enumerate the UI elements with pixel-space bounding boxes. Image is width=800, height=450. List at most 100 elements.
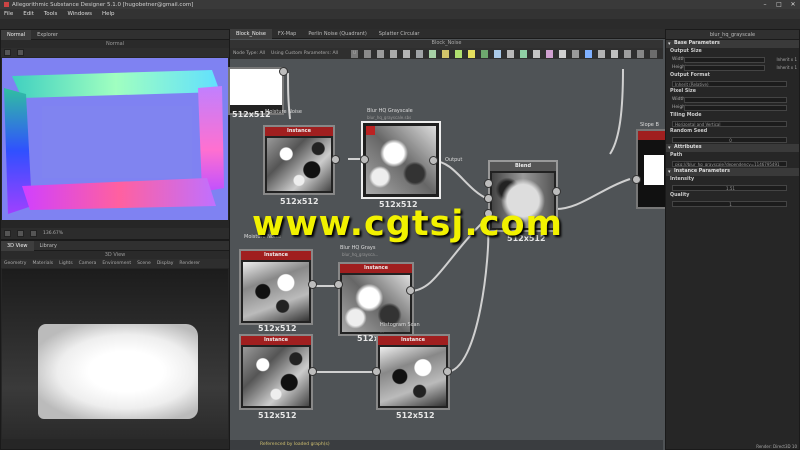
view-3d-toolbar: Geometry Materials Lights Camera Environ… — [1, 259, 229, 268]
menu-tools[interactable]: Tools — [44, 11, 58, 17]
view-3d-tabs: 3D View Library — [1, 240, 229, 251]
menu-environment[interactable]: Environment — [102, 261, 131, 266]
app-logo-icon — [4, 2, 9, 7]
quality-slider[interactable]: 1 — [672, 201, 787, 207]
menu-camera[interactable]: Camera — [79, 261, 97, 266]
pixel-size-label: Pixel Size — [670, 89, 696, 94]
menu-help[interactable]: Help — [102, 11, 115, 17]
port-instance-3-out[interactable] — [308, 367, 317, 376]
intensity-row: 1.51 — [666, 184, 799, 192]
pixel-height-field[interactable] — [684, 105, 787, 111]
node-histogram-size: 512x512 — [396, 411, 435, 420]
node-blur-1-flag-icon — [366, 126, 375, 135]
node-top-partial[interactable] — [228, 67, 284, 115]
section-attributes[interactable]: Attributes — [666, 144, 799, 152]
view-2d-toolstrip — [1, 48, 229, 57]
node-instance-3-header: Instance — [241, 336, 311, 345]
graph-footer: Referenced by loaded graph(s) — [230, 440, 663, 450]
view-icon[interactable] — [4, 49, 11, 56]
window-titlebar: Allegorithmic Substance Designer 5.1.0 [… — [0, 0, 800, 9]
node-instance-2-size: 512x512 — [258, 324, 297, 333]
minimize-button[interactable]: – — [758, 1, 772, 8]
port-blend-out[interactable] — [552, 187, 561, 196]
pixel-width-field[interactable] — [684, 97, 787, 103]
port-blend-in-1[interactable] — [484, 179, 493, 188]
zoom-level: 136.67% — [43, 231, 64, 236]
node-blur-1-subtitle: blur_hq_grayscale.sbs — [367, 115, 412, 120]
param-output-format-row: Inherit (Relative) — [666, 80, 799, 88]
port-blur-1-in[interactable] — [360, 155, 369, 164]
node-blur-1-output-label: Output — [445, 157, 463, 163]
pixel-width-row: Width — [666, 96, 799, 104]
fit-icon[interactable] — [4, 230, 11, 237]
param-width-value[interactable]: Inherit x 1 — [777, 56, 798, 64]
param-width-slider[interactable] — [684, 57, 765, 63]
status-bar: Render: Direct3D 10 — [756, 444, 797, 449]
close-button[interactable]: ✕ — [786, 1, 800, 8]
port-top-partial-out[interactable] — [279, 67, 288, 76]
tiling-mode-select[interactable]: Horizontal and Vertical — [672, 121, 787, 127]
node-blur-1-thumbnail — [366, 126, 436, 194]
node-instance-2-header: Instance — [241, 251, 311, 260]
view-3d-panel: 3D View Library 3D View Geometry Materia… — [0, 240, 230, 450]
menu-geometry[interactable]: Geometry — [4, 261, 26, 266]
port-instance-2-out[interactable] — [308, 280, 317, 289]
intensity-label: Intensity — [670, 177, 695, 182]
view-3d-subtitle: 3D View — [1, 251, 229, 259]
tab-library[interactable]: Library — [34, 241, 63, 251]
path-row: pkg:///blur_hq_grayscale?dependency=1146… — [666, 160, 799, 168]
grid-icon[interactable] — [30, 230, 37, 237]
tab-explorer[interactable]: Explorer — [31, 30, 64, 40]
port-histogram-in[interactable] — [372, 367, 381, 376]
section-instance-parameters[interactable]: Instance Parameters — [666, 168, 799, 176]
port-instance-1-out[interactable] — [331, 155, 340, 164]
port-slope-blur-in[interactable] — [632, 175, 641, 184]
param-height-slider[interactable] — [684, 65, 765, 71]
port-blend-in-2[interactable] — [484, 194, 493, 203]
intensity-slider[interactable]: 1.51 — [672, 185, 787, 191]
maximize-button[interactable]: □ — [772, 1, 786, 8]
node-instance-3[interactable]: Instance — [239, 334, 313, 410]
menu-edit[interactable]: Edit — [23, 11, 34, 17]
menu-materials[interactable]: Materials — [32, 261, 53, 266]
view-2d-subtitle: Normal — [1, 40, 229, 48]
menu-windows[interactable]: Windows — [67, 11, 92, 17]
port-blur-2-out[interactable] — [406, 286, 415, 295]
parameters-header: blur_hq_grayscale — [666, 30, 799, 40]
output-size-label: Output Size — [670, 49, 702, 54]
menu-bar: File Edit Tools Windows Help — [0, 9, 800, 19]
node-histogram-header: Instance — [378, 336, 448, 345]
view-2d-canvas[interactable] — [2, 58, 228, 220]
param-height-value[interactable]: Inherit x 1 — [777, 64, 798, 72]
node-instance-3-size: 512x512 — [258, 411, 297, 420]
node-instance-1[interactable]: Instance — [263, 125, 335, 195]
tab-3d-view[interactable]: 3D View — [1, 240, 34, 251]
menu-renderer[interactable]: Renderer — [179, 261, 200, 266]
menu-lights[interactable]: Lights — [59, 261, 73, 266]
port-blur-1-out[interactable] — [429, 156, 438, 165]
random-seed-field[interactable]: 0 — [672, 137, 787, 143]
port-histogram-out[interactable] — [443, 367, 452, 376]
tab-normal[interactable]: Normal — [1, 29, 32, 40]
node-slope-blur[interactable] — [636, 129, 668, 209]
path-field[interactable]: pkg:///blur_hq_grayscale?dependency=1146… — [672, 161, 787, 167]
view-3d-canvas[interactable] — [2, 269, 228, 439]
tile-icon[interactable] — [17, 230, 24, 237]
section-base-parameters[interactable]: Base Parameters — [666, 40, 799, 48]
node-instance-2-thumbnail — [243, 262, 309, 321]
port-blur-2-in[interactable] — [334, 280, 343, 289]
node-blur-2-header: Instance — [340, 264, 412, 273]
output-format-label: Output Format — [670, 73, 710, 78]
menu-file[interactable]: File — [4, 11, 13, 17]
node-histogram-scan[interactable]: Instance — [376, 334, 450, 410]
channel-icon[interactable] — [17, 49, 24, 56]
menu-display[interactable]: Display — [157, 261, 174, 266]
node-instance-2[interactable]: Instance — [239, 249, 313, 325]
node-slope-blur-thumbnail — [644, 155, 664, 185]
menu-scene[interactable]: Scene — [137, 261, 151, 266]
window-title: Allegorithmic Substance Designer 5.1.0 [… — [12, 1, 194, 8]
output-format-select[interactable]: Inherit (Relative) — [672, 81, 787, 87]
parameters-node-name: blur_hq_grayscale — [709, 31, 756, 38]
tiling-mode-label: Tiling Mode — [670, 113, 702, 118]
node-slope-blur-title: Slope B — [640, 122, 659, 128]
